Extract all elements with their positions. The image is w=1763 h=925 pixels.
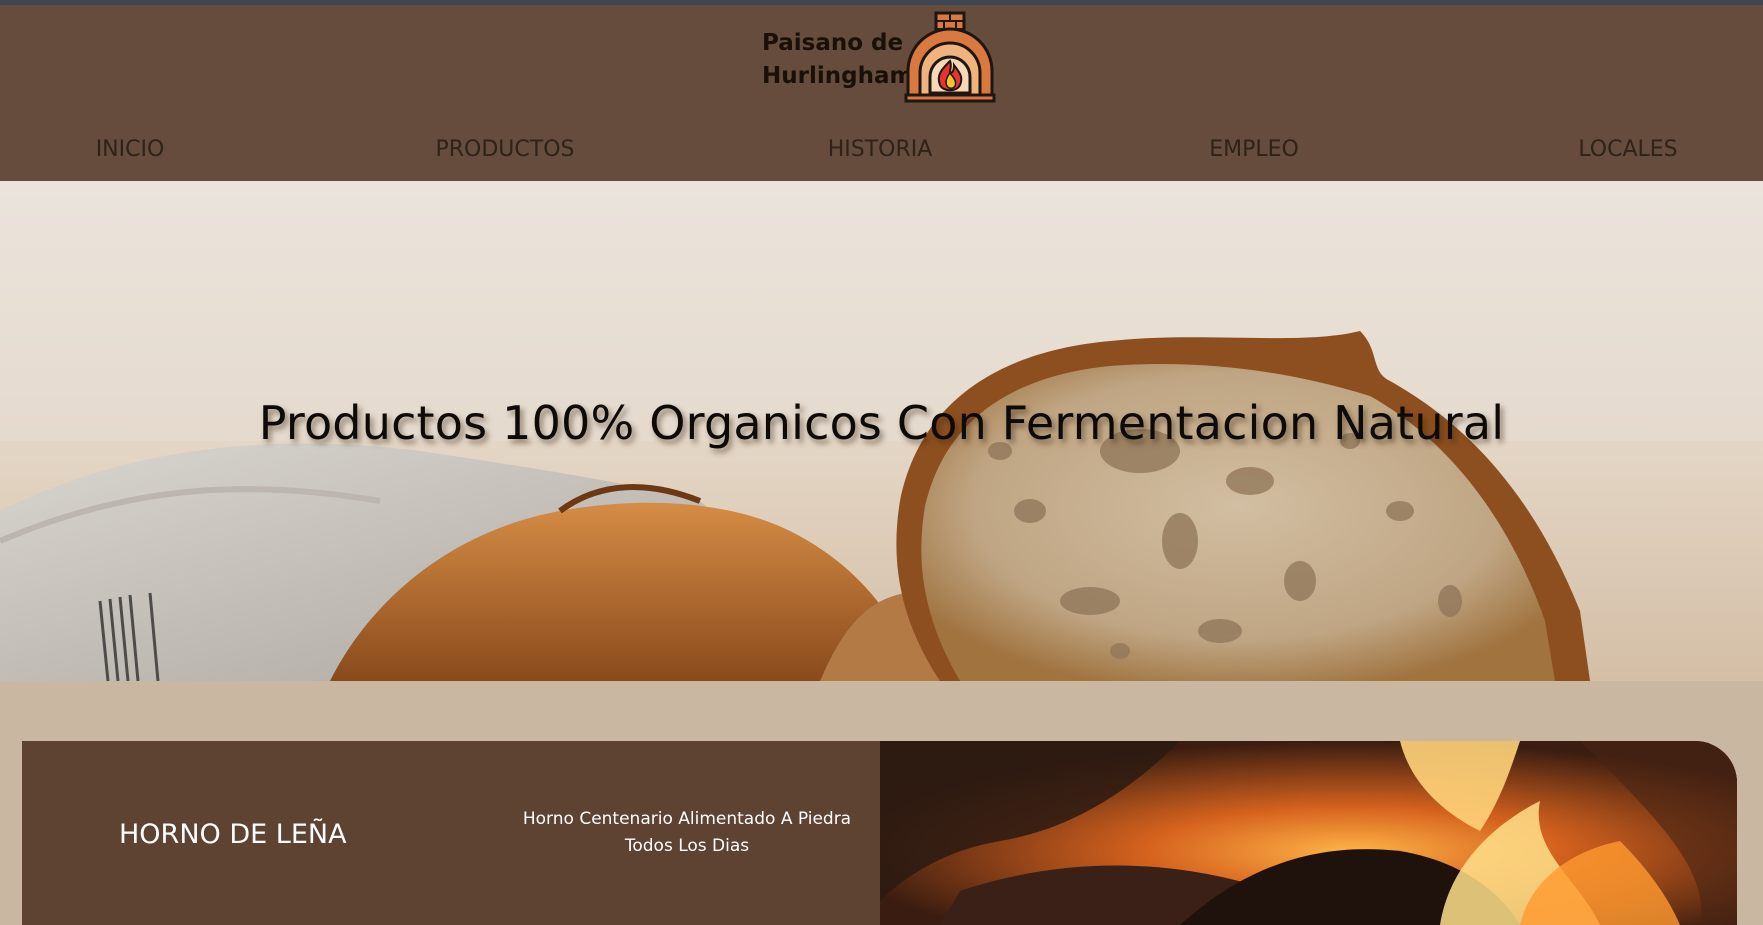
- site-header: Paisano de Hurlingham INICIO PRODUCTOS H…: [0, 5, 1763, 181]
- brand-name: Paisano de Hurlingham: [762, 30, 914, 89]
- brick-oven-icon: [904, 11, 996, 103]
- nav-item-inicio[interactable]: INICIO: [20, 125, 240, 175]
- nav-item-productos[interactable]: PRODUCTOS: [395, 125, 615, 175]
- nav-item-historia[interactable]: HISTORIA: [770, 125, 990, 175]
- feature-title: HORNO DE LEÑA: [119, 819, 347, 850]
- hero-title: Productos 100% Organicos Con Fermentacio…: [258, 396, 1505, 450]
- nav-item-empleo[interactable]: EMPLEO: [1144, 125, 1364, 175]
- feature-card-wood-oven: HORNO DE LEÑA Horno Centenario Alimentad…: [22, 741, 1737, 925]
- nav-item-locales[interactable]: LOCALES: [1518, 125, 1738, 175]
- main-nav: INICIO PRODUCTOS HISTORIA EMPLEO LOCALES: [0, 125, 1763, 175]
- hero-banner: Productos 100% Organicos Con Fermentacio…: [0, 181, 1763, 681]
- feature-description: Horno Centenario Alimentado A Piedra Tod…: [522, 809, 852, 856]
- wood-fire-photo: [880, 741, 1737, 925]
- brand-logo[interactable]: Paisano de Hurlingham: [760, 7, 1000, 107]
